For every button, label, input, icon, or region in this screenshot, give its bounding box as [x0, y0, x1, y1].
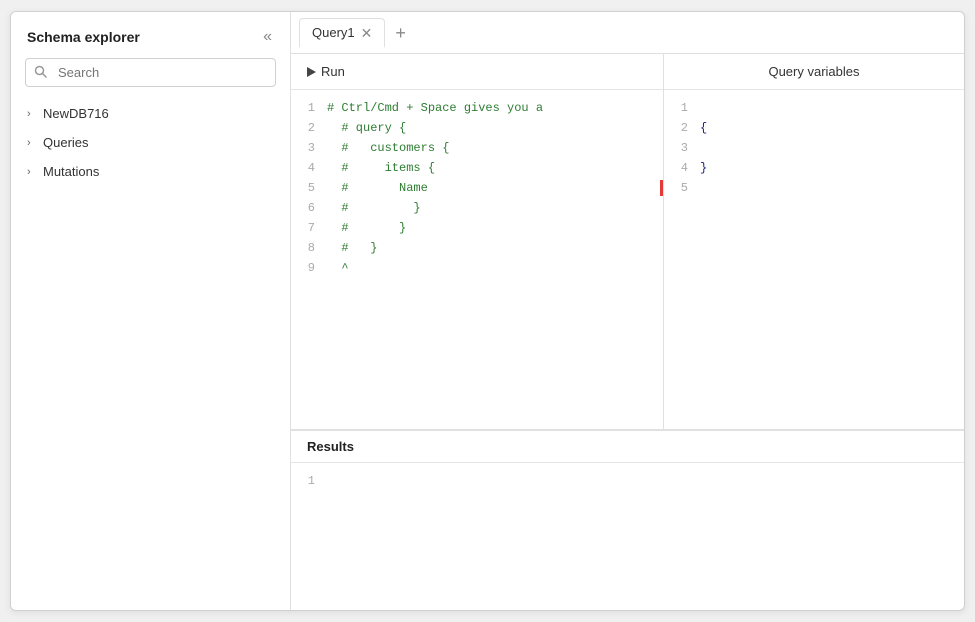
tab-close-button[interactable]: ✕ — [361, 26, 373, 40]
sidebar-item-newdb716[interactable]: › NewDB716 — [11, 99, 290, 128]
sidebar-item-label: Queries — [43, 135, 89, 150]
line-content: # } — [327, 198, 663, 218]
line-content: # } — [327, 218, 663, 238]
line-number: 5 — [291, 178, 327, 198]
qv-line: 4 } — [664, 158, 964, 178]
sidebar-item-mutations[interactable]: › Mutations — [11, 157, 290, 186]
line-content: ^ — [327, 258, 663, 278]
search-box — [25, 58, 276, 87]
main-area: Query1 ✕ + Run 1# Ctrl/Cmd + Space gives… — [291, 12, 964, 610]
line-content: # query { — [327, 118, 663, 138]
code-line: 3 # customers { — [291, 138, 663, 158]
code-line: 2 # query { — [291, 118, 663, 138]
chevron-icon: › — [27, 137, 37, 149]
sidebar: Schema explorer « › NewDB716 › Queries — [11, 12, 291, 610]
line-number: 4 — [291, 158, 327, 178]
query-variables-editor[interactable]: 12 {34 }5 — [664, 90, 964, 429]
app-container: Schema explorer « › NewDB716 › Queries — [10, 11, 965, 611]
line-number: 7 — [291, 218, 327, 238]
qv-line: 1 — [664, 98, 964, 118]
nav-tree: › NewDB716 › Queries › Mutations — [11, 99, 290, 610]
search-icon — [34, 65, 47, 81]
query-variables-panel: Query variables 12 {34 }5 — [664, 54, 964, 429]
code-line: 9 ^ — [291, 258, 663, 278]
qv-line-number: 3 — [664, 138, 700, 158]
line-number: 2 — [291, 118, 327, 138]
run-label: Run — [321, 64, 345, 79]
tab-bar: Query1 ✕ + — [291, 12, 964, 54]
sidebar-header: Schema explorer « — [11, 12, 290, 58]
collapse-button[interactable]: « — [259, 26, 276, 48]
sidebar-item-label: Mutations — [43, 164, 99, 179]
tab-label: Query1 — [312, 25, 355, 40]
qv-line-content: } — [700, 158, 707, 178]
code-line: 6 # } — [291, 198, 663, 218]
tab-query1[interactable]: Query1 ✕ — [299, 18, 385, 48]
code-editor[interactable]: 1# Ctrl/Cmd + Space gives you a2 # query… — [291, 90, 663, 429]
chevron-icon: › — [27, 166, 37, 178]
sidebar-title: Schema explorer — [27, 29, 140, 45]
sidebar-item-label: NewDB716 — [43, 106, 109, 121]
line-number: 9 — [291, 258, 327, 278]
tab-add-button[interactable]: + — [389, 20, 412, 46]
editor-cursor — [660, 180, 663, 196]
code-line: 1# Ctrl/Cmd + Space gives you a — [291, 98, 663, 118]
result-line-number: 1 — [291, 471, 327, 491]
results-header: Results — [291, 431, 964, 463]
code-line: 7 # } — [291, 218, 663, 238]
line-number: 3 — [291, 138, 327, 158]
qv-line-number: 2 — [664, 118, 700, 138]
line-content: # items { — [327, 158, 663, 178]
editor-wrapper: Run 1# Ctrl/Cmd + Space gives you a2 # q… — [291, 54, 964, 430]
qv-line-number: 1 — [664, 98, 700, 118]
qv-line: 3 — [664, 138, 964, 158]
search-input[interactable] — [25, 58, 276, 87]
results-content: 1 — [291, 463, 964, 610]
qv-line-number: 5 — [664, 178, 700, 198]
line-content: # customers { — [327, 138, 663, 158]
sidebar-item-queries[interactable]: › Queries — [11, 128, 290, 157]
query-variables-header: Query variables — [664, 54, 964, 90]
line-number: 6 — [291, 198, 327, 218]
result-line: 1 — [291, 471, 964, 491]
qv-line: 5 — [664, 178, 964, 198]
code-line: 8 # } — [291, 238, 663, 258]
code-line: 4 # items { — [291, 158, 663, 178]
line-number: 1 — [291, 98, 327, 118]
qv-line-number: 4 — [664, 158, 700, 178]
qv-line: 2 { — [664, 118, 964, 138]
line-content: # } — [327, 238, 663, 258]
run-triangle-icon — [307, 67, 316, 77]
qv-line-content: { — [700, 118, 707, 138]
code-line: 5 # Name — [291, 178, 663, 198]
run-button[interactable]: Run — [303, 62, 349, 81]
results-area: Results 1 — [291, 430, 964, 610]
run-bar: Run — [291, 54, 663, 90]
line-content: # Name — [327, 178, 663, 198]
line-content: # Ctrl/Cmd + Space gives you a — [327, 98, 663, 118]
chevron-icon: › — [27, 108, 37, 120]
line-number: 8 — [291, 238, 327, 258]
query-editor: Run 1# Ctrl/Cmd + Space gives you a2 # q… — [291, 54, 664, 429]
